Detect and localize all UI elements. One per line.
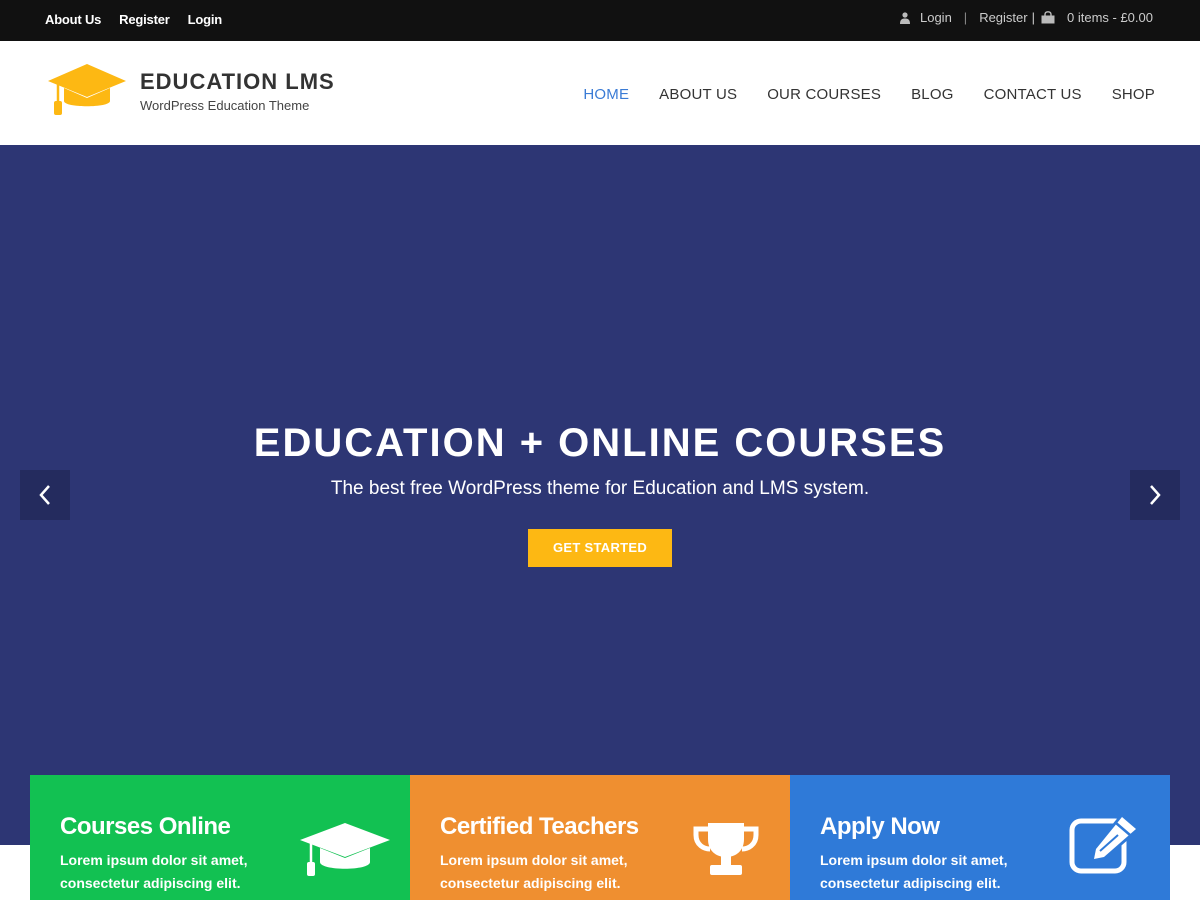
nav-item-about-us[interactable]: ABOUT US	[659, 86, 737, 103]
nav-item-blog[interactable]: BLOG	[911, 86, 953, 103]
edit-icon	[1069, 815, 1138, 874]
shopping-bag-icon[interactable]	[1041, 11, 1055, 24]
feature-title: Certified Teachers	[440, 813, 639, 840]
feature-text: Lorem ipsum dolor sit amet, consectetur …	[820, 852, 1008, 891]
site-header: EDUCATION LMS WordPress Education Theme …	[0, 41, 1200, 145]
trophy-icon	[693, 823, 759, 875]
top-link-register[interactable]: Register	[119, 12, 170, 27]
feature-certified-teachers[interactable]: Certified Teachers Lorem ipsum dolor sit…	[410, 775, 790, 900]
nav-item-shop[interactable]: SHOP	[1112, 86, 1155, 103]
nav-item-contact-us[interactable]: CONTACT US	[984, 86, 1082, 103]
account-links: Login | Register | 0 items - £0.00	[899, 10, 1153, 25]
graduation-cap-icon	[300, 823, 390, 876]
account-register-link[interactable]: Register	[979, 10, 1027, 25]
main-nav: HOME ABOUT US OUR COURSES BLOG CONTACT U…	[583, 86, 1155, 103]
top-bar: About Us Register Login Login | Register…	[0, 0, 1200, 41]
nav-item-home[interactable]: HOME	[583, 86, 629, 103]
user-icon	[899, 11, 910, 24]
site-title[interactable]: EDUCATION LMS	[140, 69, 335, 95]
feature-text: Lorem ipsum dolor sit amet, consectetur …	[440, 852, 628, 891]
nav-item-our-courses[interactable]: OUR COURSES	[767, 86, 881, 103]
site-tagline: WordPress Education Theme	[140, 98, 310, 113]
feature-apply-now[interactable]: Apply Now Lorem ipsum dolor sit amet, co…	[790, 775, 1170, 900]
cart-summary[interactable]: 0 items - £0.00	[1067, 10, 1153, 25]
slider-next-button[interactable]	[1130, 470, 1180, 520]
graduation-cap-logo-icon[interactable]	[46, 61, 128, 117]
hero-title: EDUCATION + ONLINE COURSES	[253, 421, 947, 465]
get-started-button[interactable]: GET STARTED	[528, 529, 672, 567]
account-login-link[interactable]: Login	[920, 10, 952, 25]
top-link-about-us[interactable]: About Us	[45, 12, 101, 27]
feature-title: Apply Now	[820, 813, 940, 840]
feature-text: Lorem ipsum dolor sit amet, consectetur …	[60, 852, 248, 891]
top-link-login[interactable]: Login	[188, 12, 223, 27]
feature-boxes: Courses Online Lorem ipsum dolor sit ame…	[30, 775, 1170, 900]
hero-slider: EDUCATION + ONLINE COURSES The best free…	[0, 145, 1200, 845]
top-bar-links: About Us Register Login	[45, 12, 222, 27]
chevron-right-icon	[1150, 485, 1161, 505]
feature-title: Courses Online	[60, 813, 231, 840]
divider: |	[963, 10, 968, 25]
divider: |	[1031, 10, 1035, 25]
hero-subtitle: The best free WordPress theme for Educat…	[330, 478, 870, 499]
feature-courses-online[interactable]: Courses Online Lorem ipsum dolor sit ame…	[30, 775, 410, 900]
